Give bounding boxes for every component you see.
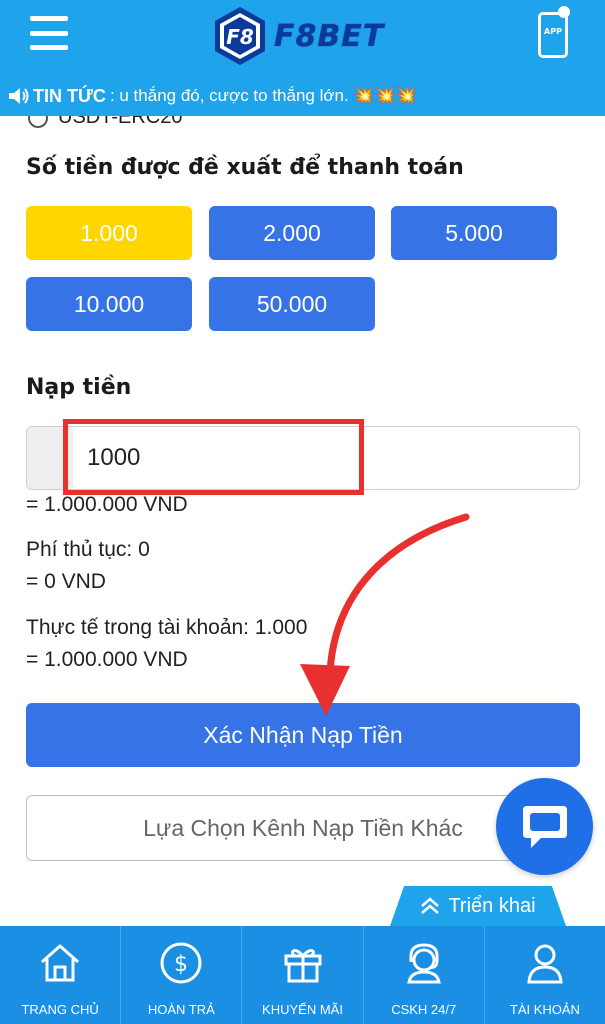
actual-amount-converted: = 1.000.000 VND (26, 648, 188, 671)
logo-badge-icon: F8 (215, 7, 265, 65)
nav-item-home[interactable]: TRANG CHỦ (0, 926, 122, 1024)
logo-text: F8BET (274, 18, 385, 54)
news-label: TIN TỨC (33, 85, 106, 106)
nav-item-support[interactable]: CSKH 24/7 (364, 926, 485, 1024)
top-header: F8 F8BET APP (0, 0, 605, 76)
menu-button[interactable] (30, 16, 68, 50)
menu-icon-bar (30, 45, 68, 50)
speaker-icon (9, 88, 29, 104)
news-text: : u thắng đó, cược to thắng lớn. 💥💥💥 (109, 86, 417, 105)
expand-tab-label: Triển khai (448, 894, 536, 917)
suggested-amount-title: Số tiền được đề xuất để thanh toán (26, 155, 464, 180)
logo-badge-text: F8 (226, 25, 254, 49)
converted-amount: = 1.000.000 VND (26, 493, 188, 516)
amount-option-5000[interactable]: 5.000 (391, 206, 557, 260)
payment-option-partial[interactable]: USDT-ERC20 (28, 116, 328, 130)
nav-label-cashback: HOÀN TRẢ (147, 1002, 215, 1017)
radio-button[interactable] (28, 116, 48, 128)
svg-text:$: $ (174, 952, 188, 977)
nav-label-support: CSKH 24/7 (391, 1002, 457, 1017)
nav-label-promotions: KHUYẾN MÃI (262, 1002, 343, 1017)
menu-icon-bar (30, 30, 68, 36)
chat-icon (522, 805, 567, 848)
app-download-button[interactable]: APP (538, 12, 568, 58)
notification-dot (558, 6, 570, 18)
gift-icon (284, 949, 321, 983)
amount-option-2000[interactable]: 2.000 (209, 206, 375, 260)
headset-icon (406, 943, 441, 984)
fee-label: Phí thủ tục: 0 (26, 538, 150, 561)
nav-item-promotions[interactable]: KHUYẾN MÃI (242, 926, 364, 1024)
deposit-title: Nạp tiền (26, 375, 132, 400)
nav-label-account: TÀI KHOẢN (509, 1002, 580, 1017)
dollar-coin-icon: $ (160, 942, 202, 984)
user-icon (527, 944, 563, 984)
expand-tab[interactable]: Triển khai (390, 886, 566, 926)
double-chevron-up-icon (421, 897, 440, 914)
nav-item-cashback[interactable]: $ HOÀN TRẢ (121, 926, 243, 1024)
fee-converted: = 0 VND (26, 570, 106, 593)
amount-option-10000[interactable]: 10.000 (26, 277, 192, 331)
input-prefix (27, 427, 73, 489)
home-icon (41, 944, 80, 982)
confirm-deposit-button[interactable]: Xác Nhận Nạp Tiền (26, 703, 580, 767)
live-chat-button[interactable] (496, 778, 593, 875)
deposit-amount-input[interactable] (87, 435, 567, 481)
news-ticker: TIN TỨC : u thắng đó, cược to thắng lớn.… (0, 76, 605, 116)
actual-amount-label: Thực tế trong tài khoản: 1.000 (26, 616, 308, 639)
amount-option-50000[interactable]: 50.000 (209, 277, 375, 331)
menu-icon-bar (30, 16, 68, 21)
nav-label-home: TRANG CHỦ (21, 1002, 99, 1017)
payment-option-label: USDT-ERC20 (58, 116, 183, 128)
nav-item-account[interactable]: TÀI KHOẢN (485, 926, 605, 1024)
brand-logo[interactable]: F8 F8BET (208, 4, 384, 68)
bottom-navigation: TRANG CHỦ $ HOÀN TRẢ KHUYẾN MÃI CSKH 24/… (0, 926, 605, 1024)
deposit-amount-field (26, 426, 580, 490)
app-label: APP (544, 27, 562, 36)
amount-option-1000[interactable]: 1.000 (26, 206, 192, 260)
